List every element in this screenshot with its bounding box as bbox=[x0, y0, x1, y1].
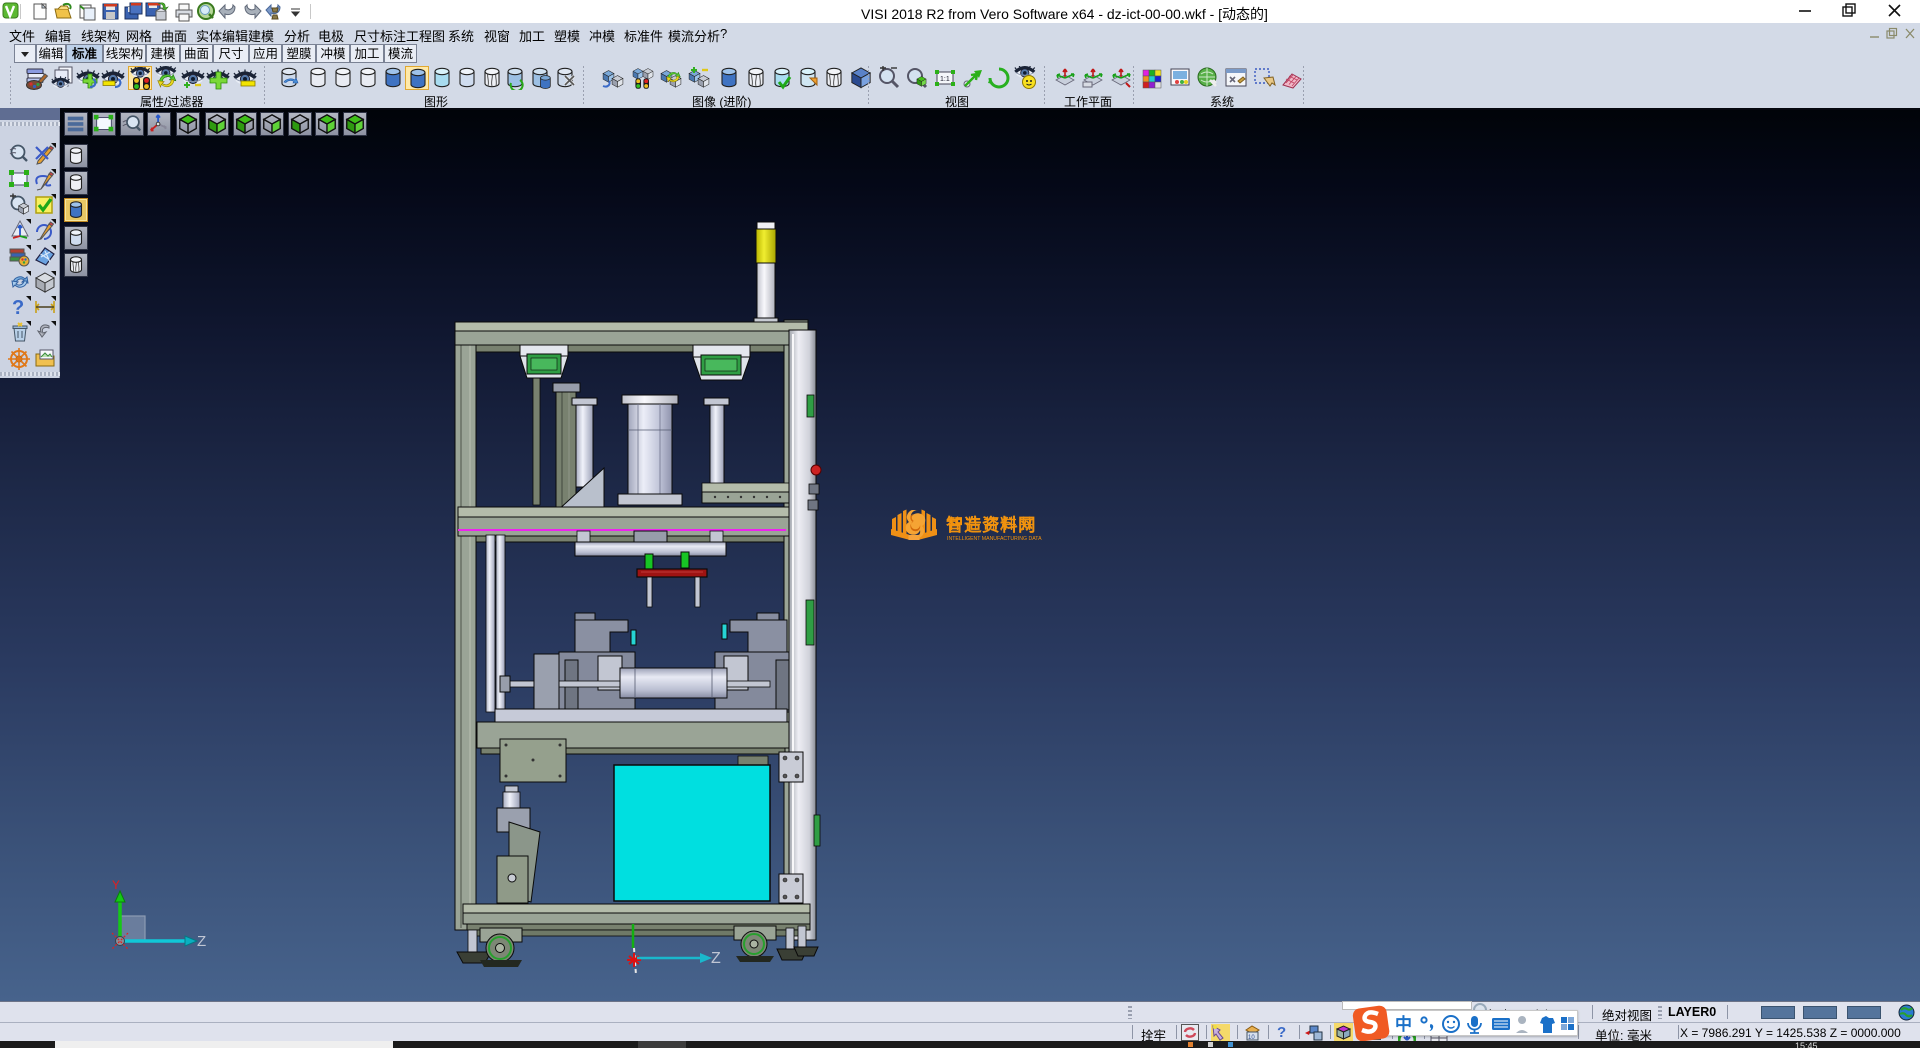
svg-text:智造资料网: 智造资料网 bbox=[946, 515, 1036, 535]
svg-text:Y: Y bbox=[112, 878, 120, 893]
svg-text:1:1: 1:1 bbox=[940, 76, 950, 83]
svg-text:中: 中 bbox=[1395, 1014, 1412, 1034]
svg-text:Z: Z bbox=[197, 933, 206, 950]
svg-text:?: ? bbox=[12, 297, 24, 319]
svg-text:Z: Z bbox=[711, 950, 721, 967]
svg-text:INTELLIGENT MANUFACTURING DATA: INTELLIGENT MANUFACTURING DATA bbox=[947, 536, 1042, 542]
